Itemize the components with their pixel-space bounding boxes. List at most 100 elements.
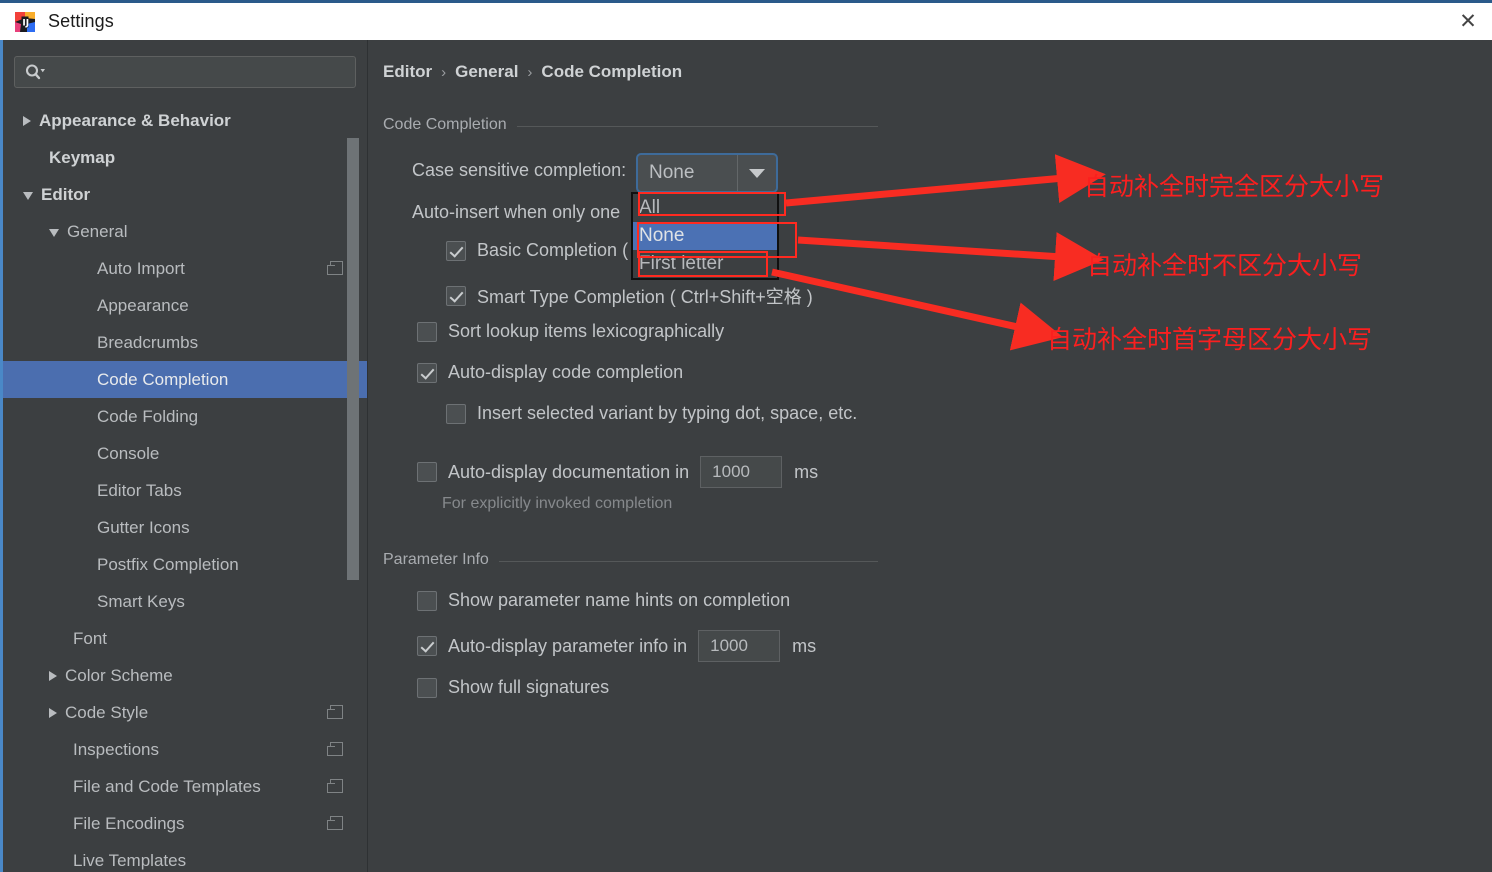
- highlight-box-all: [638, 192, 786, 216]
- sidebar-item-general[interactable]: General: [3, 213, 367, 250]
- auto-insert-label-text: Auto-insert when only one: [412, 202, 621, 222]
- chevron-down-icon[interactable]: [49, 229, 59, 237]
- breadcrumb: Editor › General › Code Completion: [383, 62, 682, 82]
- chevron-right-icon: ›: [527, 63, 533, 81]
- insert-variant-label: Insert selected variant by typing dot, s…: [477, 403, 858, 423]
- basic-completion-row[interactable]: Basic Completion (: [446, 240, 628, 261]
- smart-type-completion-row[interactable]: Smart Type Completion ( Ctrl+Shift+空格 ): [446, 283, 813, 309]
- show-full-signatures-row[interactable]: Show full signatures: [417, 677, 609, 698]
- sidebar-item-appearance[interactable]: Appearance: [3, 287, 367, 324]
- chevron-right-icon[interactable]: [23, 115, 31, 126]
- chevron-down-icon[interactable]: [23, 192, 33, 200]
- search-input[interactable]: [46, 64, 355, 80]
- basic-completion-checkbox[interactable]: [446, 240, 466, 261]
- settings-sidebar: Appearance & Behavior Keymap Editor General…: [3, 40, 367, 872]
- copy-settings-icon[interactable]: [327, 816, 343, 830]
- annotation-text-3: 自动补全时首字母区分大小写: [1047, 325, 1373, 354]
- sidebar-item-editor[interactable]: Editor: [3, 176, 367, 213]
- smart-type-completion-checkbox[interactable]: [446, 286, 466, 306]
- auto-display-completion-row[interactable]: Auto-display code completion: [417, 362, 683, 383]
- sidebar-item-editor-tabs[interactable]: Editor Tabs: [3, 472, 367, 509]
- sidebar-item-label: General: [67, 222, 128, 241]
- sort-lookup-row[interactable]: Sort lookup items lexicographically: [417, 321, 724, 342]
- breadcrumb-editor[interactable]: Editor: [383, 62, 432, 82]
- sidebar-item-label: Code Completion: [97, 370, 229, 389]
- sidebar-item-color-scheme[interactable]: Color Scheme: [3, 657, 367, 694]
- annotation-text-1: 自动补全时完全区分大小写: [1084, 172, 1385, 201]
- auto-display-doc-checkbox[interactable]: [417, 462, 437, 482]
- chevron-right-icon: ›: [441, 63, 447, 81]
- chevron-right-icon[interactable]: [49, 707, 57, 718]
- window-title: Settings: [48, 11, 114, 31]
- sidebar-item-file-encodings[interactable]: File Encodings: [3, 805, 367, 842]
- case-sensitive-combobox[interactable]: None: [636, 153, 778, 193]
- sidebar-item-file-and-code-templates[interactable]: File and Code Templates: [3, 768, 367, 805]
- sidebar-item-label: Editor: [41, 185, 91, 204]
- show-param-hints-row[interactable]: Show parameter name hints on completion: [417, 590, 790, 611]
- sidebar-item-code-completion[interactable]: Code Completion: [3, 361, 367, 398]
- sidebar-item-gutter-icons[interactable]: Gutter Icons: [3, 509, 367, 546]
- search-box[interactable]: [14, 56, 356, 88]
- insert-variant-row[interactable]: Insert selected variant by typing dot, s…: [446, 403, 857, 424]
- auto-display-doc-unit: ms: [794, 461, 819, 482]
- sidebar-item-label: Inspections: [73, 740, 159, 759]
- sidebar-item-label: File and Code Templates: [73, 777, 261, 796]
- auto-display-doc-input[interactable]: 1000: [700, 456, 783, 488]
- auto-display-doc-hint: For explicitly invoked completion: [442, 495, 673, 512]
- code-completion-group: Code Completion: [383, 116, 878, 134]
- sidebar-item-label: Color Scheme: [65, 666, 173, 685]
- sidebar-item-console[interactable]: Console: [3, 435, 367, 472]
- copy-settings-icon[interactable]: [327, 742, 343, 756]
- sidebar-item-label: Postfix Completion: [97, 555, 239, 574]
- title-bar: IJ Settings ✕: [0, 0, 1492, 40]
- breadcrumb-general[interactable]: General: [455, 62, 518, 82]
- sidebar-item-code-folding[interactable]: Code Folding: [3, 398, 367, 435]
- sidebar-item-label: Console: [97, 444, 160, 463]
- copy-settings-icon[interactable]: [327, 705, 343, 719]
- chevron-right-icon[interactable]: [49, 670, 57, 681]
- sidebar-scrollbar[interactable]: [347, 138, 359, 580]
- sidebar-item-label: Editor Tabs: [97, 481, 182, 500]
- auto-display-completion-label: Auto-display code completion: [448, 362, 684, 382]
- auto-display-completion-checkbox[interactable]: [417, 362, 437, 383]
- sidebar-item-postfix-completion[interactable]: Postfix Completion: [3, 546, 367, 583]
- sidebar-item-live-templates[interactable]: Live Templates: [3, 842, 367, 872]
- auto-display-param-checkbox[interactable]: [417, 636, 437, 656]
- chevron-down-icon[interactable]: [737, 155, 776, 191]
- sidebar-item-label: File Encodings: [73, 814, 185, 833]
- sidebar-item-appearance-behavior[interactable]: Appearance & Behavior: [3, 102, 367, 139]
- sort-lookup-label: Sort lookup items lexicographically: [448, 321, 725, 341]
- auto-display-doc-row[interactable]: Auto-display documentation in 1000 ms: [417, 456, 818, 488]
- show-full-signatures-checkbox[interactable]: [417, 677, 437, 698]
- sidebar-item-label: Appearance & Behavior: [39, 111, 231, 130]
- copy-settings-icon[interactable]: [327, 779, 343, 793]
- group-title-parameter-info: Parameter Info: [383, 551, 499, 569]
- auto-display-param-input[interactable]: 1000: [698, 630, 781, 662]
- sidebar-item-code-style[interactable]: Code Style: [3, 694, 367, 731]
- sidebar-item-auto-import[interactable]: Auto Import: [3, 250, 367, 287]
- sort-lookup-checkbox[interactable]: [417, 321, 437, 342]
- annotation-text-2: 自动补全时不区分大小写: [1087, 251, 1363, 280]
- sidebar-item-label: Breadcrumbs: [97, 333, 199, 352]
- sidebar-item-label: Appearance: [97, 296, 189, 315]
- sidebar-item-label: Auto Import: [97, 259, 185, 278]
- sidebar-item-inspections[interactable]: Inspections: [3, 731, 367, 768]
- sidebar-item-smart-keys[interactable]: Smart Keys: [3, 583, 367, 620]
- sidebar-item-label: Gutter Icons: [97, 518, 190, 537]
- basic-completion-label: Basic Completion (: [477, 240, 629, 260]
- smart-type-completion-label: Smart Type Completion ( Ctrl+Shift+空格 ): [477, 287, 813, 307]
- copy-settings-icon[interactable]: [327, 261, 343, 275]
- parameter-info-group: Parameter Info: [383, 551, 878, 569]
- close-icon[interactable]: ✕: [1444, 3, 1492, 40]
- insert-variant-checkbox[interactable]: [446, 403, 466, 424]
- auto-display-param-label: Auto-display parameter info in: [448, 635, 688, 656]
- sidebar-item-font[interactable]: Font: [3, 620, 367, 657]
- case-sensitive-value: None: [649, 162, 695, 183]
- auto-display-param-row[interactable]: Auto-display parameter info in 1000 ms: [417, 630, 816, 662]
- sidebar-item-breadcrumbs[interactable]: Breadcrumbs: [3, 324, 367, 361]
- sidebar-item-keymap[interactable]: Keymap: [3, 139, 367, 176]
- case-sensitive-label-text: Case sensitive completion:: [412, 160, 627, 180]
- show-param-hints-checkbox[interactable]: [417, 590, 437, 611]
- case-sensitive-label: Case sensitive completion:: [412, 160, 626, 181]
- highlight-box-first-letter: [638, 251, 768, 277]
